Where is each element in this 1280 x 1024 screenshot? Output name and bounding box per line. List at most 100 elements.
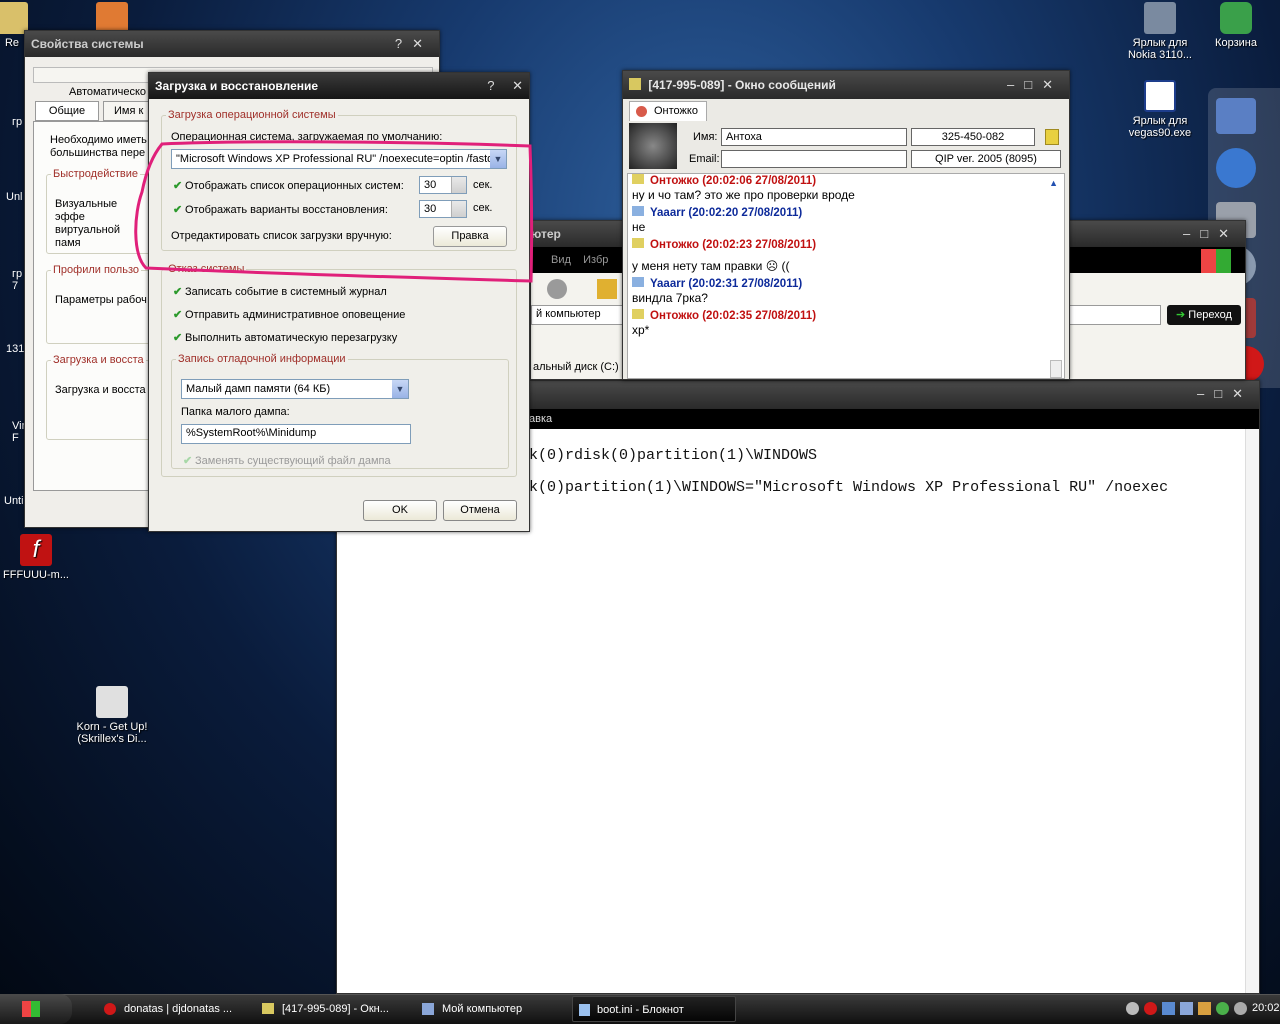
desktop-icon-korn[interactable]: Korn - Get Up! (Skrillex's Di... (70, 686, 154, 745)
message-icon (632, 277, 644, 287)
auto-restart-checkbox[interactable]: ✔ Выполнить автоматическую перезагрузку (173, 331, 397, 344)
windows-logo-icon (1201, 249, 1231, 273)
recycle-bin-icon (1220, 2, 1252, 34)
menu-view[interactable]: Вид (551, 254, 571, 266)
ok-button[interactable]: OK (363, 500, 437, 521)
message-icon (632, 309, 644, 319)
taskbar-item-qip[interactable]: [417-995-089] - Окн... (258, 996, 408, 1022)
client-field[interactable]: QIP ver. 2005 (8095) (911, 150, 1061, 168)
close-button[interactable]: ✕ (512, 78, 523, 93)
windows-flag-icon (22, 1001, 40, 1017)
audio-file-icon (96, 686, 128, 718)
email-field[interactable] (721, 150, 907, 168)
message-header: Yaaarr (20:02:20 27/08/2011) (650, 207, 803, 219)
cancel-button[interactable]: Отмена (443, 500, 517, 521)
notepad-icon (579, 1004, 590, 1016)
qip-titlebar[interactable]: [417-995-089] - Окно сообщений –□✕ (623, 71, 1069, 99)
drive-c[interactable]: альный диск (C:) (533, 361, 619, 373)
window-controls[interactable]: ?✕ (395, 31, 433, 57)
message-header: Онтожко (20:02:35 27/08/2011) (650, 310, 817, 322)
scroll-up-icon[interactable]: ▲ (1049, 178, 1058, 188)
system-tray: 20:02 (1116, 996, 1280, 1022)
tab-automatic-updates[interactable]: Автоматическо (69, 86, 146, 98)
sysprops-titlebar[interactable]: Свойства системы ?✕ (25, 31, 439, 57)
dump-type-select[interactable]: Малый дамп памяти (64 КБ) ▼ (181, 379, 409, 399)
exe-shortcut-icon (1144, 80, 1176, 112)
desktop-icon-nokia[interactable]: Ярлык для Nokia 3110... (1118, 2, 1202, 61)
message-item: Yaaarr (20:02:31 27/08/2011) виндла 7рка… (632, 277, 1064, 305)
tray-network-icon[interactable] (1162, 1002, 1175, 1015)
tray-icon-6[interactable] (1216, 1002, 1229, 1015)
tray-opera-icon[interactable] (1144, 1002, 1157, 1015)
highlight-annotation (134, 140, 534, 283)
message-icon (632, 206, 644, 216)
taskbar-item-my-computer[interactable]: Мой компьютер (418, 996, 568, 1022)
contact-avatar (629, 123, 677, 169)
dialog-title: Загрузка и восстановление (155, 79, 319, 93)
desktop-icon-flash[interactable]: f FFFUUU-m... (0, 534, 78, 581)
tray-volume-icon[interactable] (1234, 1002, 1247, 1015)
tab-general[interactable]: Общие (35, 101, 99, 121)
taskbar-item-opera[interactable]: donatas | djdonatas ... (100, 996, 250, 1022)
forward-icon[interactable] (547, 279, 567, 299)
computer-icon[interactable] (1216, 98, 1256, 134)
window-controls[interactable]: –□✕ (1197, 381, 1253, 407)
message-text: виндла 7рка? (632, 291, 708, 305)
opera-icon (104, 1003, 116, 1015)
performance-legend: Быстродействие (53, 168, 138, 180)
desktop-label-fragment: Vir F (12, 420, 26, 444)
desktop-label-fragment: Unti (4, 495, 24, 507)
desktop-icon-vegas[interactable]: Ярлык для vegas90.exe (1118, 80, 1202, 139)
message-log[interactable]: Онтожко (20:02:06 27/08/2011) ну и чо та… (627, 173, 1065, 379)
notepad-line-1[interactable]: k(0)rdisk(0)partition(1)\WINDOWS (529, 447, 817, 464)
desktop-icon-recycle-bin[interactable]: Корзина (1194, 2, 1278, 49)
startup-recovery-legend: Загрузка и восста (53, 354, 144, 366)
dialog-titlebar[interactable]: Загрузка и восстановление ? ✕ (149, 73, 529, 99)
message-item: Онтожко (20:02:35 27/08/2011) xp* (632, 309, 1064, 337)
chevron-down-icon: ▼ (392, 380, 408, 398)
tray-icon-4[interactable] (1180, 1002, 1193, 1015)
qip-title: [417-995-089] - Окно сообщений (648, 78, 836, 92)
dump-folder-input[interactable]: %SystemRoot%\Minidump (181, 424, 411, 444)
taskbar-item-notepad[interactable]: boot.ini - Блокнот (572, 996, 736, 1022)
desktop-label-fragment: гр (12, 116, 23, 128)
computer-icon (422, 1003, 434, 1015)
checkmark-icon: ✔ (173, 309, 183, 321)
qip-icon (262, 1003, 274, 1014)
desktop-label-fragment: гр 7 (12, 268, 23, 292)
user-profiles-text: Параметры рабоч (55, 294, 147, 306)
status-icon (636, 106, 647, 117)
uin-field[interactable]: 325-450-082 (911, 128, 1035, 146)
window-controls[interactable]: –□✕ (1183, 221, 1239, 247)
notepad-scrollbar[interactable] (1245, 429, 1259, 993)
email-label: Email: (689, 153, 720, 165)
overwrite-dump-checkbox[interactable]: ✔ Заменять существующий файл дампа (183, 454, 391, 467)
message-header: Онтожко (20:02:06 27/08/2011) (650, 175, 817, 187)
qip-tab-ontozhko[interactable]: Онтожко (629, 101, 707, 121)
message-item: Онтожко (20:02:23 27/08/2011) у меня нет… (632, 238, 1064, 273)
go-button[interactable]: ➔ Переход (1167, 305, 1241, 325)
dump-folder-label: Папка малого дампа: (181, 406, 290, 418)
globe-icon[interactable] (1216, 148, 1256, 188)
message-icon (632, 238, 644, 248)
notepad-line-2[interactable]: k(0)partition(1)\WINDOWS="Microsoft Wind… (529, 479, 1168, 496)
user-info-icon[interactable] (1045, 129, 1059, 145)
folder-up-icon[interactable] (597, 279, 617, 299)
send-alert-checkbox[interactable]: ✔ Отправить административное оповещение (173, 308, 405, 321)
qip-title-icon (629, 78, 641, 90)
name-field[interactable]: Антоха (721, 128, 907, 146)
desktop-label-fragment: Unl (6, 191, 23, 203)
help-button[interactable]: ? (487, 78, 494, 93)
clock[interactable]: 20:02 (1252, 1002, 1280, 1014)
startup-recovery-text: Загрузка и восста (55, 384, 146, 396)
message-item: Yaaarr (20:02:20 27/08/2011) не (632, 206, 1064, 234)
tray-icon-5[interactable] (1198, 1002, 1211, 1015)
desktop-label-fragment: 131 (6, 343, 25, 355)
menu-edit-fragment[interactable]: авка (529, 413, 552, 425)
tray-icon-1[interactable] (1126, 1002, 1139, 1015)
start-button[interactable] (0, 994, 72, 1024)
menu-favorites[interactable]: Избр (583, 254, 608, 266)
window-controls[interactable]: –□✕ (1007, 71, 1063, 99)
message-icon (632, 174, 644, 184)
scroll-thumb[interactable] (1050, 360, 1062, 378)
